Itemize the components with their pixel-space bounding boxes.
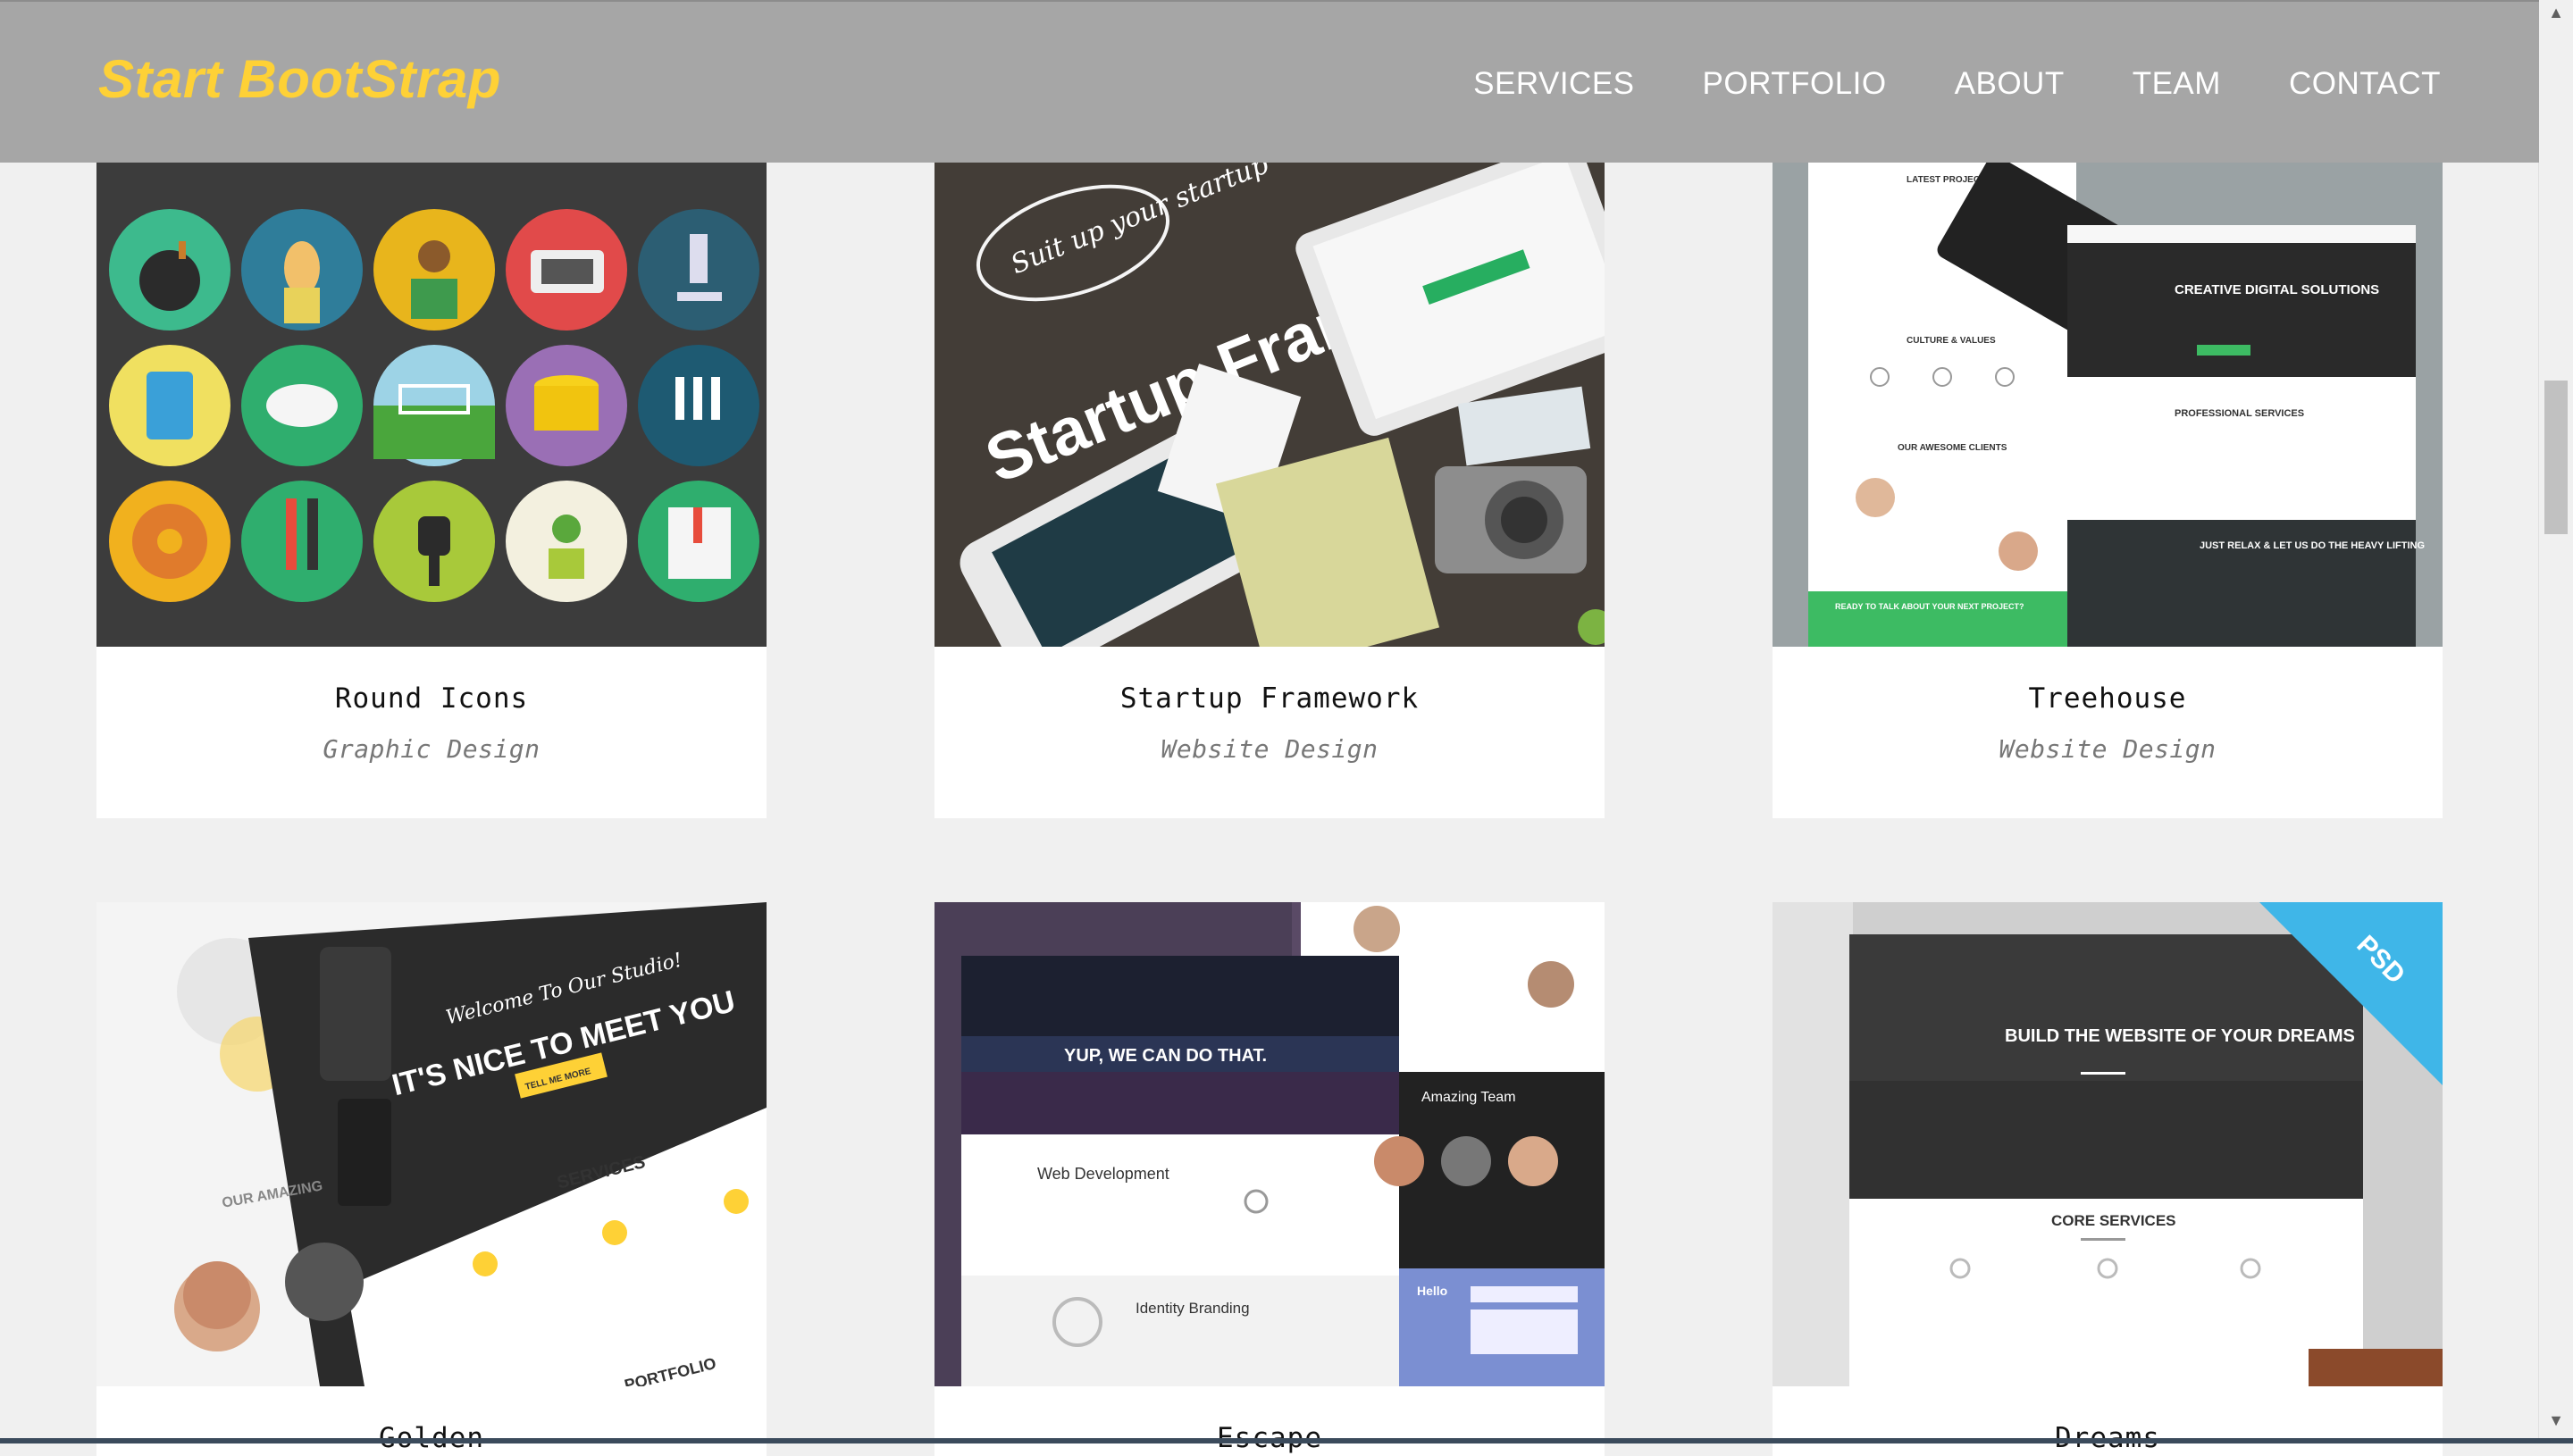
golden-image: Welcome To Our Studio! IT'S NICE TO MEET… (96, 902, 767, 1386)
escape-image: YUP, WE CAN DO THAT. Web Development Ide… (934, 902, 1605, 1386)
portfolio-title[interactable]: Treehouse (1773, 682, 2443, 715)
scroll-up-arrow-icon[interactable]: ▲ (2539, 4, 2573, 22)
portfolio-title[interactable]: Round Icons (96, 682, 767, 715)
scroll-down-arrow-icon[interactable]: ▼ (2539, 1411, 2573, 1430)
treehouse-cta: READY TO TALK ABOUT YOUR NEXT PROJECT? (1835, 602, 2024, 611)
nav-team[interactable]: TEAM (2133, 66, 2221, 102)
portfolio-thumbnail[interactable]: YUP, WE CAN DO THAT. Web Development Ide… (934, 902, 1605, 1386)
treehouse-latest: LATEST PROJECT (1907, 175, 1985, 185)
treehouse-relax: JUST RELAX & LET US DO THE HEAVY LIFTING (2200, 540, 2425, 551)
portfolio-thumbnail[interactable]: LATEST PROJECT CULTURE & VALUES OUR AWES… (1773, 163, 2443, 647)
round-icons-image (96, 163, 767, 647)
escape-web: Web Development (1037, 1165, 1169, 1183)
startup-framework-image: Suit up your startup Startup Framework (934, 163, 1605, 647)
portfolio-category: Website Design (1999, 734, 2217, 764)
treehouse-hero: CREATIVE DIGITAL SOLUTIONS (2175, 282, 2379, 297)
portfolio-item-startup-framework[interactable]: Suit up your startup Startup Framework S… (934, 163, 1605, 818)
portfolio-thumbnail[interactable]: Welcome To Our Studio! IT'S NICE TO MEET… (96, 902, 767, 1386)
nav-links: SERVICES PORTFOLIO ABOUT TEAM CONTACT (1405, 66, 2441, 102)
nav-about[interactable]: ABOUT (1955, 66, 2065, 102)
dreams-core: CORE SERVICES (2051, 1212, 2176, 1229)
portfolio-category: Graphic Design (323, 734, 541, 764)
treehouse-culture: CULTURE & VALUES (1907, 336, 1996, 346)
escape-team: Amazing Team (1421, 1090, 1516, 1105)
dreams-image: BUILD THE WEBSITE OF YOUR DREAMS CORE SE… (1773, 902, 2443, 1386)
brand-logo[interactable]: Start BootStrap (98, 48, 501, 110)
nav-services[interactable]: SERVICES (1473, 66, 1634, 102)
escape-hello: Hello (1417, 1284, 1447, 1298)
nav-contact[interactable]: CONTACT (2289, 66, 2441, 102)
escape-hero: YUP, WE CAN DO THAT. (1064, 1046, 1267, 1066)
dreams-headline: BUILD THE WEBSITE OF YOUR DREAMS (2005, 1026, 2355, 1046)
portfolio-category: Website Design (1161, 734, 1379, 764)
nav-portfolio[interactable]: PORTFOLIO (1703, 66, 1887, 102)
portfolio-caption: Startup Framework Website Design (934, 682, 1605, 764)
portfolio-item-golden[interactable]: Welcome To Our Studio! IT'S NICE TO MEET… (96, 902, 767, 1456)
scrollbar[interactable]: ▲ ▼ (2538, 0, 2573, 1443)
portfolio-item-round-icons[interactable]: Round Icons Graphic Design (96, 163, 767, 818)
navbar: Start BootStrap SERVICES PORTFOLIO ABOUT… (0, 0, 2539, 163)
portfolio-caption: Round Icons Graphic Design (96, 682, 767, 764)
scrollbar-thumb[interactable] (2544, 381, 2568, 534)
portfolio-caption: Treehouse Website Design (1773, 682, 2443, 764)
portfolio-item-escape[interactable]: YUP, WE CAN DO THAT. Web Development Ide… (934, 902, 1605, 1456)
portfolio-thumbnail[interactable]: BUILD THE WEBSITE OF YOUR DREAMS CORE SE… (1773, 902, 2443, 1386)
taskbar-edge (0, 1438, 2573, 1443)
portfolio-item-treehouse[interactable]: LATEST PROJECT CULTURE & VALUES OUR AWES… (1773, 163, 2443, 818)
treehouse-image: LATEST PROJECT CULTURE & VALUES OUR AWES… (1773, 163, 2443, 647)
treehouse-services: PROFESSIONAL SERVICES (2175, 408, 2304, 419)
escape-identity: Identity Branding (1136, 1300, 1250, 1317)
portfolio-item-dreams[interactable]: BUILD THE WEBSITE OF YOUR DREAMS CORE SE… (1773, 902, 2443, 1456)
portfolio-thumbnail[interactable]: Suit up your startup Startup Framework (934, 163, 1605, 647)
portfolio-title[interactable]: Startup Framework (934, 682, 1605, 715)
treehouse-clients: OUR AWESOME CLIENTS (1898, 443, 2007, 453)
portfolio-thumbnail[interactable] (96, 163, 767, 647)
